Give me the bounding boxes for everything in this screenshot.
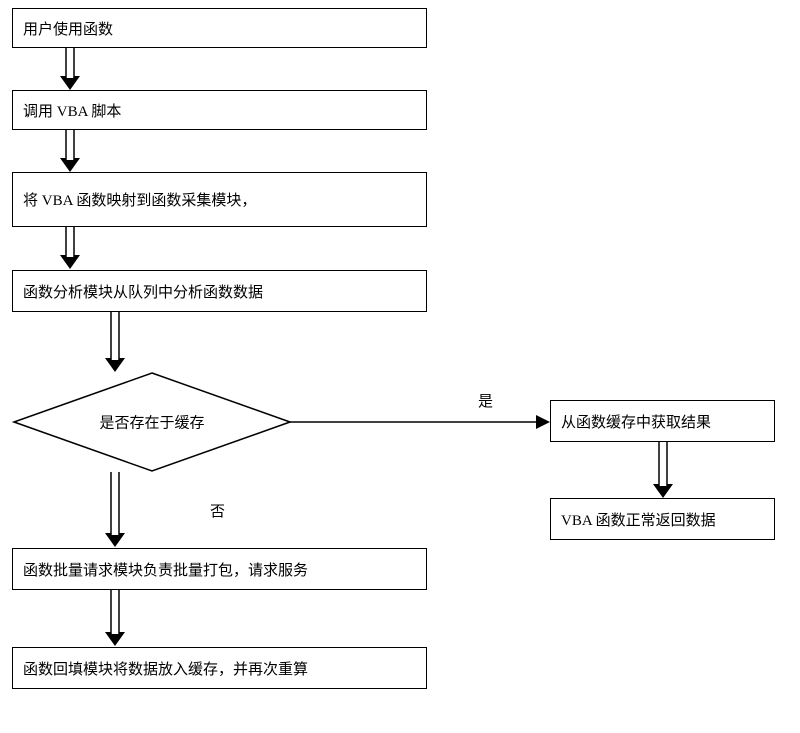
- box-label: VBA 函数正常返回数据: [561, 509, 716, 530]
- arrow-down-no: [105, 472, 125, 547]
- label-no: 否: [210, 500, 225, 521]
- arrow-right-yes: [290, 412, 550, 432]
- step-map-vba-function: 将 VBA 函数映射到函数采集模块，: [12, 172, 427, 227]
- arrow-down-3: [60, 227, 80, 269]
- box-label: 函数回填模块将数据放入缓存，并再次重算: [23, 658, 308, 679]
- box-label: 从函数缓存中获取结果: [561, 411, 711, 432]
- arrow-down-6: [105, 590, 125, 646]
- step-call-vba-script: 调用 VBA 脚本: [12, 90, 427, 130]
- step-refill-cache: 函数回填模块将数据放入缓存，并再次重算: [12, 647, 427, 689]
- box-label: 函数批量请求模块负责批量打包，请求服务: [23, 559, 308, 580]
- step-vba-return-data: VBA 函数正常返回数据: [550, 498, 775, 540]
- box-label: 函数分析模块从队列中分析函数数据: [23, 281, 263, 302]
- arrow-down-1: [60, 48, 80, 90]
- step-get-from-cache: 从函数缓存中获取结果: [550, 400, 775, 442]
- box-label: 用户使用函数: [23, 18, 113, 39]
- box-label: 将 VBA 函数映射到函数采集模块，: [23, 189, 256, 210]
- label-yes: 是: [478, 390, 493, 411]
- arrow-down-2: [60, 130, 80, 172]
- step-batch-request: 函数批量请求模块负责批量打包，请求服务: [12, 548, 427, 590]
- step-analyze-function-data: 函数分析模块从队列中分析函数数据: [12, 270, 427, 312]
- arrow-down-4: [105, 312, 125, 372]
- arrow-down-7: [653, 442, 673, 498]
- box-label: 调用 VBA 脚本: [23, 100, 121, 121]
- step-user-uses-function: 用户使用函数: [12, 8, 427, 48]
- decision-exists-in-cache: 是否存在于缓存: [12, 372, 292, 472]
- decision-label: 是否存在于缓存: [99, 412, 204, 433]
